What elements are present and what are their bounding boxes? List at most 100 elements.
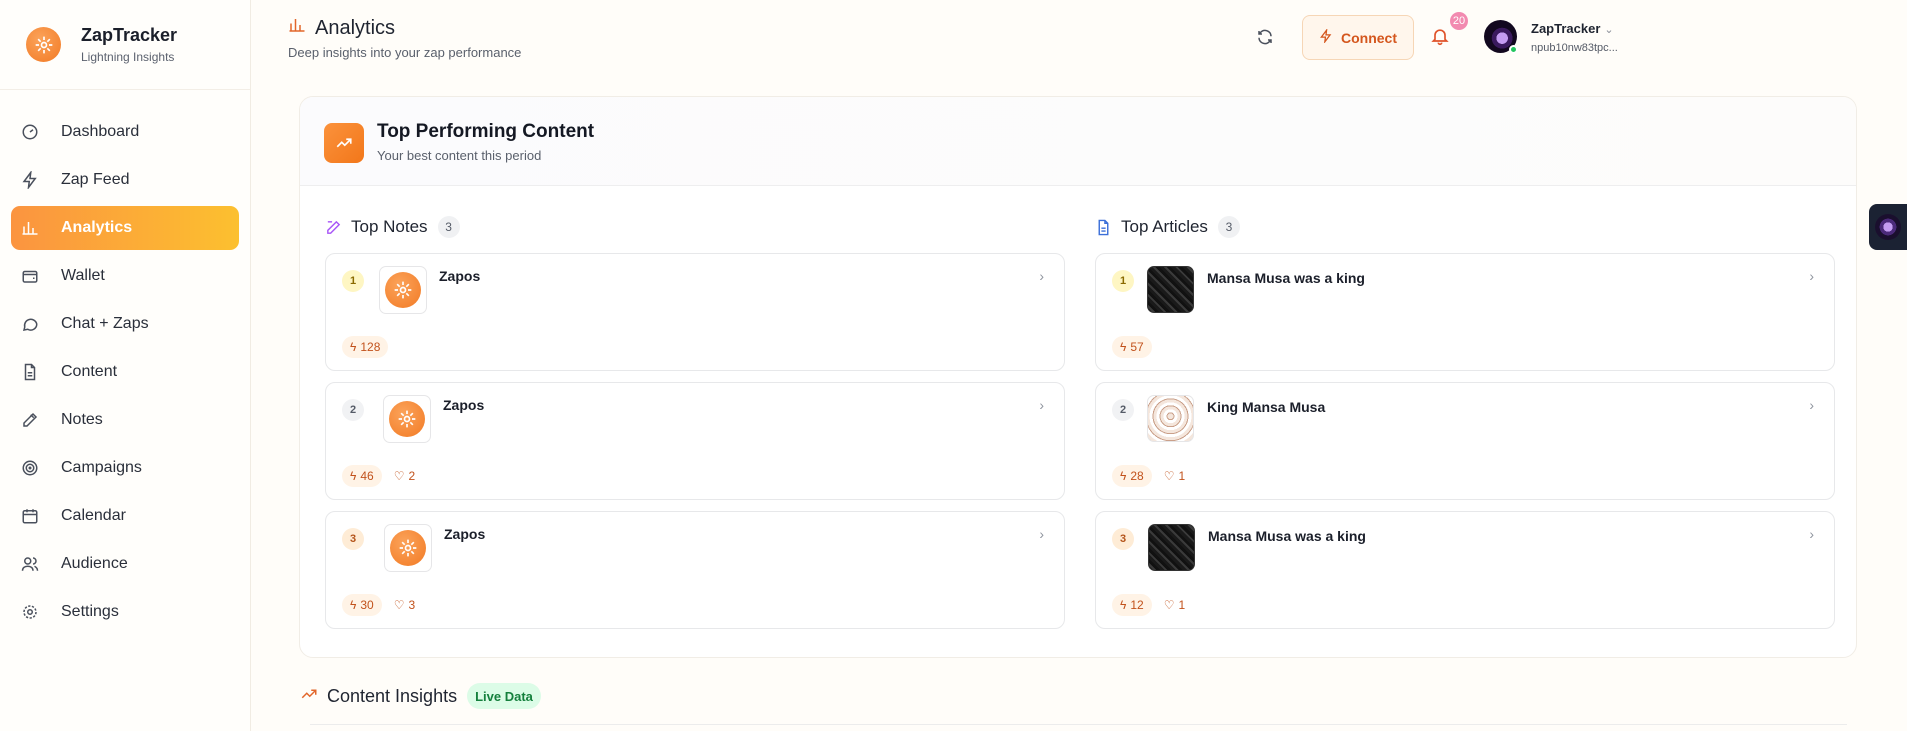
file-icon (20, 363, 39, 382)
brand[interactable]: ZapTracker Lightning Insights (0, 0, 250, 90)
top-performing-content-card: Top Performing Content Your best content… (299, 96, 1857, 658)
item-stats: ϟ 30 ♡ 3 (342, 594, 419, 616)
gear-icon (20, 603, 39, 622)
zap-icon: ϟ (1120, 598, 1127, 612)
online-status-dot (1509, 45, 1518, 54)
chevron-right-icon: › (1809, 397, 1814, 413)
zap-icon: ϟ (1120, 340, 1127, 354)
zap-count-value: 28 (1130, 469, 1144, 483)
content-insights-title: Content Insights (327, 685, 458, 706)
zap-count: ϟ 128 (342, 336, 389, 358)
user-menu-button[interactable]: ZapTracker ⌄ (1531, 21, 1614, 36)
connect-label: Connect (1341, 29, 1397, 46)
item-stats: ϟ 128 (342, 336, 389, 358)
note-thumbnail (383, 395, 431, 443)
list-item[interactable]: 3 Zapos › ϟ 30 ♡ 3 (325, 511, 1065, 629)
zaptracker-logo-icon (26, 27, 61, 62)
item-title: Mansa Musa was a king (1207, 270, 1365, 286)
like-count-value: 3 (408, 598, 416, 612)
sidebar-item-label: Dashboard (61, 123, 140, 140)
heart-icon: ♡ (1163, 598, 1175, 612)
article-thumbnail (1147, 266, 1194, 313)
like-count-value: 2 (408, 469, 416, 483)
like-count: ♡ 1 (1160, 465, 1189, 487)
zap-count-value: 30 (360, 598, 374, 612)
rank-badge: 3 (1112, 528, 1134, 550)
zap-count: ϟ 57 (1112, 336, 1152, 358)
chevron-right-icon: › (1809, 526, 1814, 542)
sidebar-item-settings[interactable]: Settings (11, 590, 239, 634)
rank-badge: 2 (342, 399, 364, 421)
bar-chart-icon (288, 16, 306, 40)
card-title: Top Performing Content (377, 121, 595, 142)
sidebar-item-audience[interactable]: Audience (11, 542, 239, 586)
list-item[interactable]: 2 Zapos › ϟ 46 ♡ 2 (325, 382, 1065, 500)
top-notes-header: Top Notes 3 (325, 215, 1065, 239)
bar-chart-icon (20, 219, 39, 238)
pencil-icon (325, 219, 342, 236)
top-notes-count: 3 (437, 216, 460, 238)
floating-profile-widget[interactable] (1869, 204, 1907, 250)
rank-badge: 1 (1112, 270, 1134, 292)
list-item[interactable]: 1 Mansa Musa was a king › ϟ 57 (1095, 253, 1835, 371)
item-title: Mansa Musa was a king (1208, 528, 1366, 544)
sidebar-item-wallet[interactable]: Wallet (11, 254, 239, 298)
trending-up-icon (300, 685, 318, 708)
sidebar-item-calendar[interactable]: Calendar (11, 494, 239, 538)
zap-count-value: 128 (360, 340, 381, 354)
sidebar-item-label: Settings (61, 603, 119, 620)
content-insights-header: Content Insights Live Data (300, 683, 541, 709)
wallet-icon (20, 267, 39, 286)
heart-icon: ♡ (393, 469, 405, 483)
zapos-logo-icon (385, 272, 421, 308)
notifications-button[interactable] (1430, 26, 1450, 51)
zap-count-value: 57 (1130, 340, 1144, 354)
document-icon (1095, 219, 1112, 236)
connect-button[interactable]: Connect (1302, 15, 1414, 60)
sidebar-item-label: Analytics (61, 219, 133, 236)
refresh-button[interactable] (1256, 28, 1274, 51)
zap-count: ϟ 28 (1112, 465, 1152, 487)
list-item[interactable]: 3 Mansa Musa was a king › ϟ 12 ♡ 1 (1095, 511, 1835, 629)
note-thumbnail (384, 524, 432, 572)
top-articles-label: Top Articles (1121, 217, 1208, 236)
sidebar-item-content[interactable]: Content (11, 350, 239, 394)
article-thumbnail (1148, 524, 1195, 571)
list-item[interactable]: 1 Zapos › ϟ 128 (325, 253, 1065, 371)
item-stats: ϟ 28 ♡ 1 (1112, 465, 1189, 487)
refresh-icon (1256, 29, 1274, 50)
chevron-right-icon: › (1039, 397, 1044, 413)
zap-count-value: 46 (360, 469, 374, 483)
sidebar-nav: Dashboard Zap Feed Analytics Wallet Chat… (0, 90, 250, 634)
page-title: Analytics (288, 16, 395, 40)
top-header: Analytics Deep insights into your zap pe… (252, 0, 1907, 78)
sidebar-item-zap-feed[interactable]: Zap Feed (11, 158, 239, 202)
list-item[interactable]: 2 King Mansa Musa › ϟ 28 ♡ 1 (1095, 382, 1835, 500)
like-count-value: 1 (1178, 598, 1186, 612)
pencil-icon (20, 411, 39, 430)
card-subtitle: Your best content this period (377, 148, 542, 163)
calendar-icon (20, 507, 39, 526)
sidebar-item-campaigns[interactable]: Campaigns (11, 446, 239, 490)
top-notes-label: Top Notes (351, 217, 428, 236)
sidebar-item-chat-zaps[interactable]: Chat + Zaps (11, 302, 239, 346)
item-stats: ϟ 12 ♡ 1 (1112, 594, 1189, 616)
sidebar-item-dashboard[interactable]: Dashboard (11, 110, 239, 154)
top-articles-count: 3 (1217, 216, 1240, 238)
note-thumbnail (379, 266, 427, 314)
sidebar-item-label: Audience (61, 555, 128, 572)
avatar (1875, 214, 1901, 240)
page-subtitle: Deep insights into your zap performance (288, 45, 522, 60)
sidebar-item-analytics[interactable]: Analytics (11, 206, 239, 250)
sidebar-item-notes[interactable]: Notes (11, 398, 239, 442)
zap-icon: ϟ (350, 469, 357, 483)
user-name: ZapTracker (1531, 21, 1601, 36)
item-stats: ϟ 46 ♡ 2 (342, 465, 419, 487)
divider (310, 724, 1847, 725)
zap-icon (20, 171, 39, 190)
target-icon (20, 459, 39, 478)
rank-badge: 2 (1112, 399, 1134, 421)
brand-tagline: Lightning Insights (81, 50, 175, 64)
item-stats: ϟ 57 (1112, 336, 1152, 358)
like-count: ♡ 3 (390, 594, 419, 616)
